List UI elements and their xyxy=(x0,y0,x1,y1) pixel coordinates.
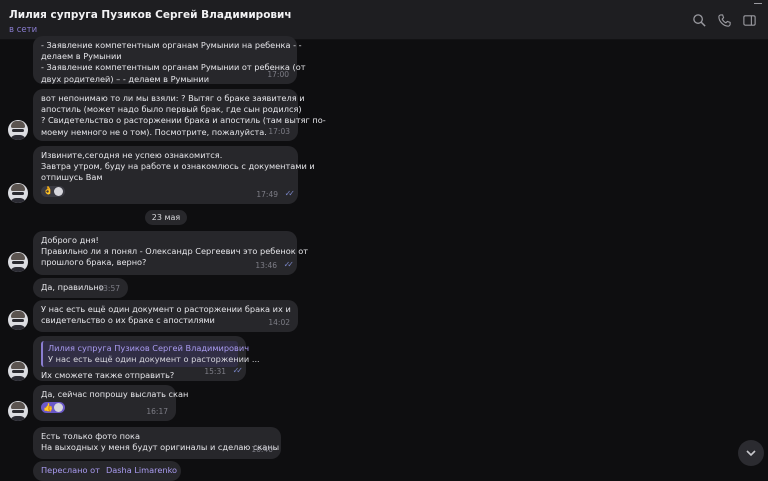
message-text: - Заявление компетентным органам Румынии… xyxy=(41,62,306,73)
quote-text: У нас есть ещё один документ о расторжен… xyxy=(48,354,260,365)
message-text: прошлого брака, верно? xyxy=(41,257,147,268)
message-text: моему немного не о том). Посмотрите, пож… xyxy=(41,126,267,137)
ok-hand-emoji: 👌 xyxy=(43,186,53,196)
reactor-avatar xyxy=(53,186,63,196)
message-bubble[interactable]: Переслано от Dasha Limarenko xyxy=(33,461,181,481)
reaction-chip[interactable]: 👍 xyxy=(41,402,65,414)
message-text: Есть только фото пока xyxy=(41,431,140,441)
message-time: 13:57 xyxy=(98,283,120,293)
message-text: ? Свидетельство о расторжении брака и ап… xyxy=(41,115,326,126)
message-text: двух родителей) – - делаем в Румынии xyxy=(41,73,210,84)
message-time: 14:02 xyxy=(268,317,290,327)
avatar[interactable] xyxy=(8,310,28,330)
message-text: Да, сейчас попрошу выслать скан xyxy=(41,389,189,399)
message-list[interactable]: - Заявление компетентным органам Румынии… xyxy=(0,36,768,481)
message-bubble[interactable]: Доброго дня! Правильно ли я понял - Олек… xyxy=(33,231,309,275)
reply-quote[interactable]: Лилия супруга Пузиков Сергей Владимирови… xyxy=(41,341,260,368)
sidebar-toggle-icon[interactable] xyxy=(742,13,757,28)
chevron-down-icon xyxy=(746,450,756,457)
reaction-chip[interactable]: 👌 xyxy=(41,185,65,197)
message-text: У нас есть ещё один документ о расторжен… xyxy=(41,304,291,314)
quote-author: Лилия супруга Пузиков Сергей Владимирови… xyxy=(48,343,250,353)
message-bubble[interactable]: - Заявление компетентным органам Румынии… xyxy=(33,36,306,84)
message-text: Доброго дня! xyxy=(41,235,99,245)
message-bubble[interactable]: вот непонимаю то ли мы взяли: ? Вытяг о … xyxy=(33,89,326,141)
avatar[interactable] xyxy=(8,120,28,140)
message-time: 17:49 xyxy=(256,189,278,199)
message-time: 16:17 xyxy=(146,406,168,416)
message-time: 17:00 xyxy=(267,69,289,79)
read-checks-icon: ✓✓ xyxy=(283,259,295,269)
message-time: 16:40 xyxy=(251,444,273,454)
search-icon[interactable] xyxy=(692,13,707,28)
message-bubble[interactable]: У нас есть ещё один документ о расторжен… xyxy=(33,300,298,332)
chat-title[interactable]: Лилия супруга Пузиков Сергей Владимирови… xyxy=(9,9,292,21)
message-text: - Заявление компетентным органам Румынии… xyxy=(41,40,302,50)
avatar[interactable] xyxy=(8,401,28,421)
message-text: апостиль (может надо было первый брак, г… xyxy=(41,104,302,115)
message-bubble[interactable]: Да, сейчас попрошу выслать скан 👍 16:17 xyxy=(33,385,189,421)
window-minimize-icon[interactable] xyxy=(754,3,762,4)
reactions: 👌 xyxy=(41,185,290,197)
chat-status: в сети xyxy=(9,25,38,35)
message-text: отпишусь Вам xyxy=(41,172,103,183)
message-text: Извините,сегодня не успею ознакомится. xyxy=(41,150,223,160)
message-text: делаем в Румынии xyxy=(41,51,122,62)
message-text: вот непонимаю то ли мы взяли: ? Вытяг о … xyxy=(41,93,305,103)
message-bubble[interactable]: Да, правильно 13:57 xyxy=(33,278,128,298)
read-checks-icon: ✓✓ xyxy=(232,365,244,375)
message-bubble[interactable]: Извините,сегодня не успею ознакомится. З… xyxy=(33,146,315,204)
thumbs-up-emoji: 👍 xyxy=(43,402,53,412)
message-bubble[interactable]: Есть только фото пока На выходных у меня… xyxy=(33,427,281,459)
avatar[interactable] xyxy=(8,252,28,272)
message-time: 15:31 xyxy=(204,366,226,376)
chat-header: Лилия супруга Пузиков Сергей Владимирови… xyxy=(0,0,768,40)
message-text: Правильно ли я понял - Олександр Сергеев… xyxy=(41,246,309,257)
message-time: 13:46 xyxy=(255,260,277,270)
date-separator: 23 мая xyxy=(145,210,187,225)
avatar[interactable] xyxy=(8,183,28,203)
reactor-avatar xyxy=(53,403,63,413)
message-time: 17:03 xyxy=(268,126,290,136)
message-text: На выходных у меня будут оригиналы и сде… xyxy=(41,442,280,453)
avatar[interactable] xyxy=(8,361,28,381)
scroll-down-button[interactable] xyxy=(738,440,764,466)
read-checks-icon: ✓✓ xyxy=(284,188,296,198)
message-text: свидетельство о их браке с апостилями xyxy=(41,315,215,326)
message-text: Завтра утром, буду на работе и ознакомлю… xyxy=(41,161,315,172)
phone-icon[interactable] xyxy=(717,13,732,28)
message-bubble[interactable]: Лилия супруга Пузиков Сергей Владимирови… xyxy=(33,336,260,381)
